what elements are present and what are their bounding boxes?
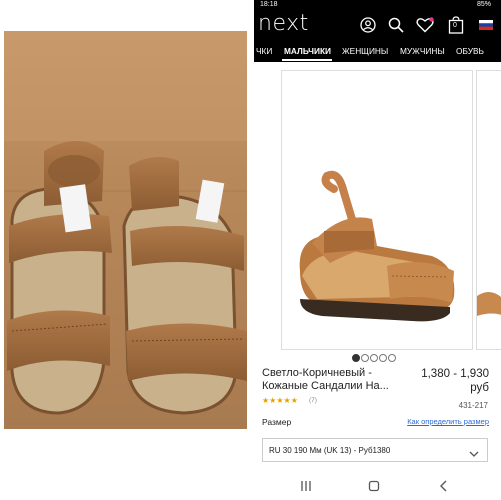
- size-guide-link[interactable]: Как определить размер: [404, 417, 489, 426]
- sandals-photo-illustration: [4, 31, 247, 429]
- bag-icon[interactable]: 0: [446, 15, 466, 35]
- search-icon[interactable]: [386, 15, 406, 35]
- gallery-dot-2[interactable]: [361, 354, 369, 362]
- gallery-dot-3[interactable]: [370, 354, 378, 362]
- brand-logo[interactable]: next: [258, 11, 309, 36]
- category-nav: ЧКИ МАЛЬЧИКИ ЖЕНЩИНЫ МУЖЧИНЫ ОБУВЬ: [254, 40, 501, 62]
- bag-count: 0: [453, 22, 457, 29]
- nav-active-indicator: [282, 59, 332, 61]
- product-price: 1,380 - 1,930 руб: [404, 367, 489, 395]
- chevron-down-icon: [469, 445, 479, 463]
- price-range: 1,380 - 1,930: [421, 368, 489, 380]
- account-icon[interactable]: [358, 15, 378, 35]
- sandals-photo: [4, 31, 247, 429]
- app-header: next 0: [254, 10, 501, 40]
- rating-count[interactable]: (7): [309, 397, 317, 404]
- back-icon[interactable]: [434, 479, 454, 493]
- nav-item-boys[interactable]: МАЛЬЧИКИ: [284, 46, 331, 56]
- size-select[interactable]: RU 30 190 Мм (UK 13) - Руб1380: [262, 438, 488, 462]
- battery-level: 85%: [476, 1, 491, 8]
- product-sku: 431-217: [458, 401, 488, 410]
- gallery-dot-4[interactable]: [379, 354, 387, 362]
- nav-item-men[interactable]: МУЖЧИНЫ: [400, 46, 445, 56]
- product-sandal-image: [299, 170, 455, 322]
- status-bar: 18:18 85%: [254, 0, 501, 10]
- size-label: Размер: [262, 417, 292, 427]
- heart-icon[interactable]: [415, 15, 435, 35]
- product-image-card[interactable]: [281, 70, 473, 350]
- size-select-value: RU 30 190 Мм (UK 13) - Руб1380: [269, 446, 391, 455]
- android-nav-bar: [254, 472, 501, 500]
- gallery-dot-5[interactable]: [388, 354, 396, 362]
- price-currency: руб: [470, 382, 489, 394]
- mobile-app-screen: 18:18 85% next 0 ЧКИ МАЛЬЧИКИ ЖЕНЩИНЫ МУ…: [254, 0, 501, 500]
- next-product-image-peek[interactable]: [476, 70, 501, 350]
- nav-item-shoes[interactable]: ОБУВЬ: [456, 46, 484, 56]
- product-title[interactable]: Светло-Коричневый - Кожаные Сандалии На.…: [262, 367, 412, 393]
- nav-item-girls[interactable]: ЧКИ: [256, 46, 272, 56]
- home-icon[interactable]: [364, 479, 384, 493]
- flag-icon[interactable]: [476, 15, 496, 35]
- product-title-line2: Кожаные Сандалии На...: [262, 380, 389, 392]
- product-title-line1: Светло-Коричневый -: [262, 367, 372, 379]
- rating-stars[interactable]: ★★★★★: [262, 396, 298, 405]
- recents-icon[interactable]: [296, 479, 316, 493]
- nav-item-women[interactable]: ЖЕНЩИНЫ: [342, 46, 388, 56]
- status-time: 18:18: [260, 1, 278, 8]
- gallery-dot-1[interactable]: [352, 354, 360, 362]
